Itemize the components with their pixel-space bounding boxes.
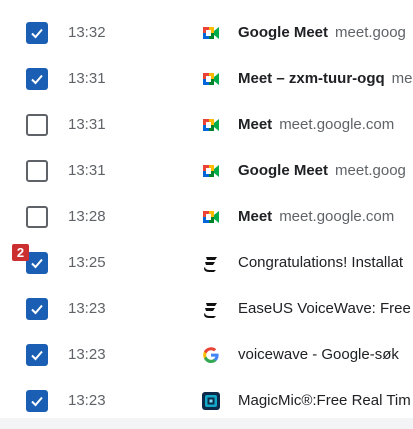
page-entry[interactable]: Meet – zxm-tuur-ogq me: [238, 70, 413, 88]
page-domain: meet.google.com: [279, 208, 395, 225]
annotation-badge: 2: [12, 244, 29, 261]
page-entry[interactable]: Google Meet meet.goog: [238, 162, 413, 180]
checkmark-icon: [31, 304, 43, 315]
page-entry[interactable]: voicewave - Google-søk: [238, 346, 413, 364]
visit-time: 13:32: [68, 24, 106, 41]
row-checkbox[interactable]: [26, 206, 48, 228]
history-row[interactable]: 13:31 Meet – zxm-tuur-ogq me: [0, 56, 413, 102]
list-bottom-edge: [0, 418, 413, 429]
magicmic-icon: [202, 392, 220, 410]
page-entry[interactable]: Congratulations! Installat: [238, 254, 413, 272]
history-list: 13:32 Google Meet meet.goog 13:31 Meet – …: [0, 0, 413, 429]
page-entry[interactable]: MagicMic®:Free Real Tim: [238, 392, 413, 410]
visit-time: 13:23: [68, 346, 106, 363]
page-title: Meet – zxm-tuur-ogq: [238, 70, 385, 87]
google-meet-icon: [203, 119, 219, 131]
easeus-icon: [204, 257, 217, 272]
easeus-icon: [204, 303, 217, 318]
history-row[interactable]: 13:31 Meet meet.google.com: [0, 102, 413, 148]
row-checkbox[interactable]: [26, 390, 48, 412]
page-domain: me: [391, 70, 413, 87]
history-row[interactable]: 13:31 Google Meet meet.goog: [0, 148, 413, 194]
page-entry[interactable]: Google Meet meet.goog: [238, 24, 413, 42]
history-row[interactable]: 13:25 Congratulations! Installat: [0, 240, 413, 286]
history-row[interactable]: 13:32 Google Meet meet.goog: [0, 10, 413, 56]
row-checkbox[interactable]: [26, 160, 48, 182]
google-g-icon: [203, 347, 219, 363]
visit-time: 13:31: [68, 116, 106, 133]
page-domain: meet.goog: [335, 24, 406, 41]
visit-time: 13:23: [68, 300, 106, 317]
page-domain: meet.google.com: [279, 116, 395, 133]
checkmark-icon: [31, 258, 43, 269]
page-title: Google Meet: [238, 24, 329, 41]
page-title: Congratulations! Installat: [238, 254, 404, 271]
page-title: MagicMic®:Free Real Tim: [238, 392, 411, 409]
checkmark-icon: [31, 74, 43, 85]
visit-time: 13:31: [68, 70, 106, 87]
checkmark-icon: [31, 28, 43, 39]
visit-time: 13:25: [68, 254, 106, 271]
page-entry[interactable]: Meet meet.google.com: [238, 116, 413, 134]
page-title: Google Meet: [238, 162, 329, 179]
page-title: EaseUS VoiceWave: Free F: [238, 300, 413, 317]
checkmark-icon: [31, 350, 43, 361]
row-checkbox[interactable]: [26, 298, 48, 320]
page-entry[interactable]: EaseUS VoiceWave: Free F: [238, 300, 413, 318]
google-meet-icon: [203, 73, 219, 85]
page-domain: meet.goog: [335, 162, 406, 179]
row-checkbox[interactable]: [26, 68, 48, 90]
checkmark-icon: [31, 396, 43, 407]
row-checkbox[interactable]: [26, 22, 48, 44]
page-title: Meet: [238, 116, 273, 133]
visit-time: 13:28: [68, 208, 106, 225]
visit-time: 13:31: [68, 162, 106, 179]
page-entry[interactable]: Meet meet.google.com: [238, 208, 413, 226]
row-checkbox[interactable]: [26, 114, 48, 136]
history-row[interactable]: 13:28 Meet meet.google.com: [0, 194, 413, 240]
visit-time: 13:23: [68, 392, 106, 409]
history-row[interactable]: 13:23 voicewave - Google-søk: [0, 332, 413, 378]
history-row[interactable]: 13:23 EaseUS VoiceWave: Free F: [0, 286, 413, 332]
google-meet-icon: [203, 211, 219, 223]
page-title: Meet: [238, 208, 273, 225]
row-checkbox[interactable]: [26, 252, 48, 274]
page-title: voicewave - Google-søk: [238, 346, 399, 363]
row-checkbox[interactable]: [26, 344, 48, 366]
google-meet-icon: [203, 27, 219, 39]
google-meet-icon: [203, 165, 219, 177]
